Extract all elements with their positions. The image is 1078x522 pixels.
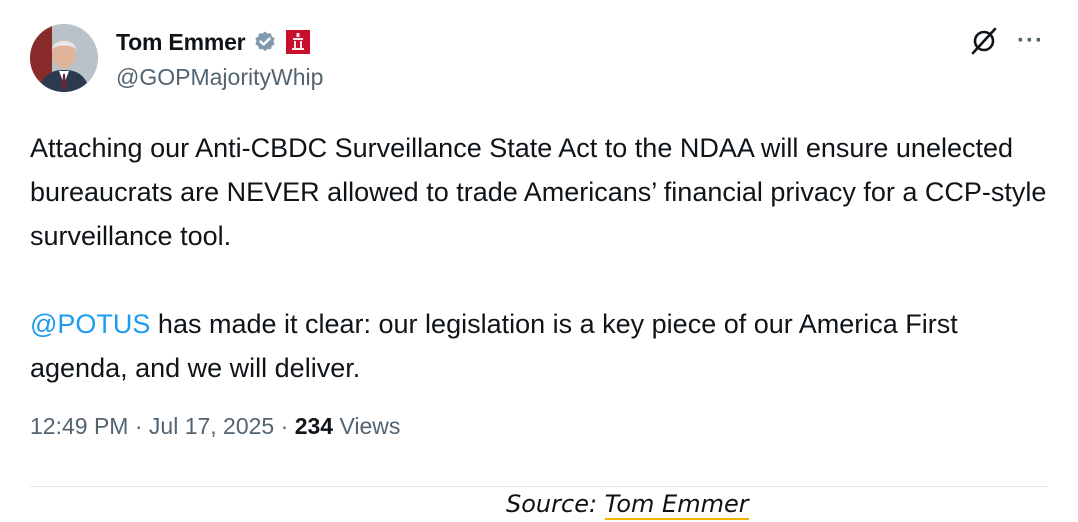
divider [30, 486, 1048, 487]
house-of-representatives-badge-icon[interactable] [285, 29, 311, 55]
author-handle[interactable]: @GOPMajorityWhip [116, 64, 323, 91]
more-options-icon[interactable]: ··· [1017, 29, 1044, 53]
avatar[interactable] [30, 24, 98, 92]
tweet-card: Tom Emmer @GOPMajorityWhip ··· Attaching… [0, 0, 1078, 488]
meta-separator-2: · [274, 413, 295, 439]
tweet-top-actions: ··· [969, 26, 1044, 56]
caption-source-link[interactable]: Tom Emmer [604, 490, 749, 520]
views-count[interactable]: 234 [295, 413, 333, 439]
mention-link[interactable]: @POTUS [30, 309, 150, 339]
grok-icon[interactable] [969, 26, 999, 56]
tweet-paragraph-1: Attaching our Anti-CBDC Surveillance Sta… [30, 133, 1047, 251]
views-label: Views [333, 413, 401, 439]
tweet-text: Attaching our Anti-CBDC Surveillance Sta… [30, 126, 1050, 390]
meta-separator: · [128, 413, 149, 439]
tweet-date[interactable]: Jul 17, 2025 [149, 413, 274, 439]
source-caption: Source: Tom Emmer [506, 490, 749, 520]
tweet-paragraph-2: @POTUS has made it clear: our legislatio… [30, 302, 1050, 390]
verified-badge-icon[interactable] [253, 30, 277, 54]
tweet-meta: 12:49 PM · Jul 17, 2025 · 234 Views [30, 413, 400, 440]
author-name-row: Tom Emmer [116, 28, 311, 56]
tweet-time[interactable]: 12:49 PM [30, 413, 128, 439]
caption-prefix: Source: [506, 490, 605, 518]
author-display-name[interactable]: Tom Emmer [116, 29, 246, 56]
tweet-paragraph-2-text: has made it clear: our legislation is a … [30, 309, 958, 383]
